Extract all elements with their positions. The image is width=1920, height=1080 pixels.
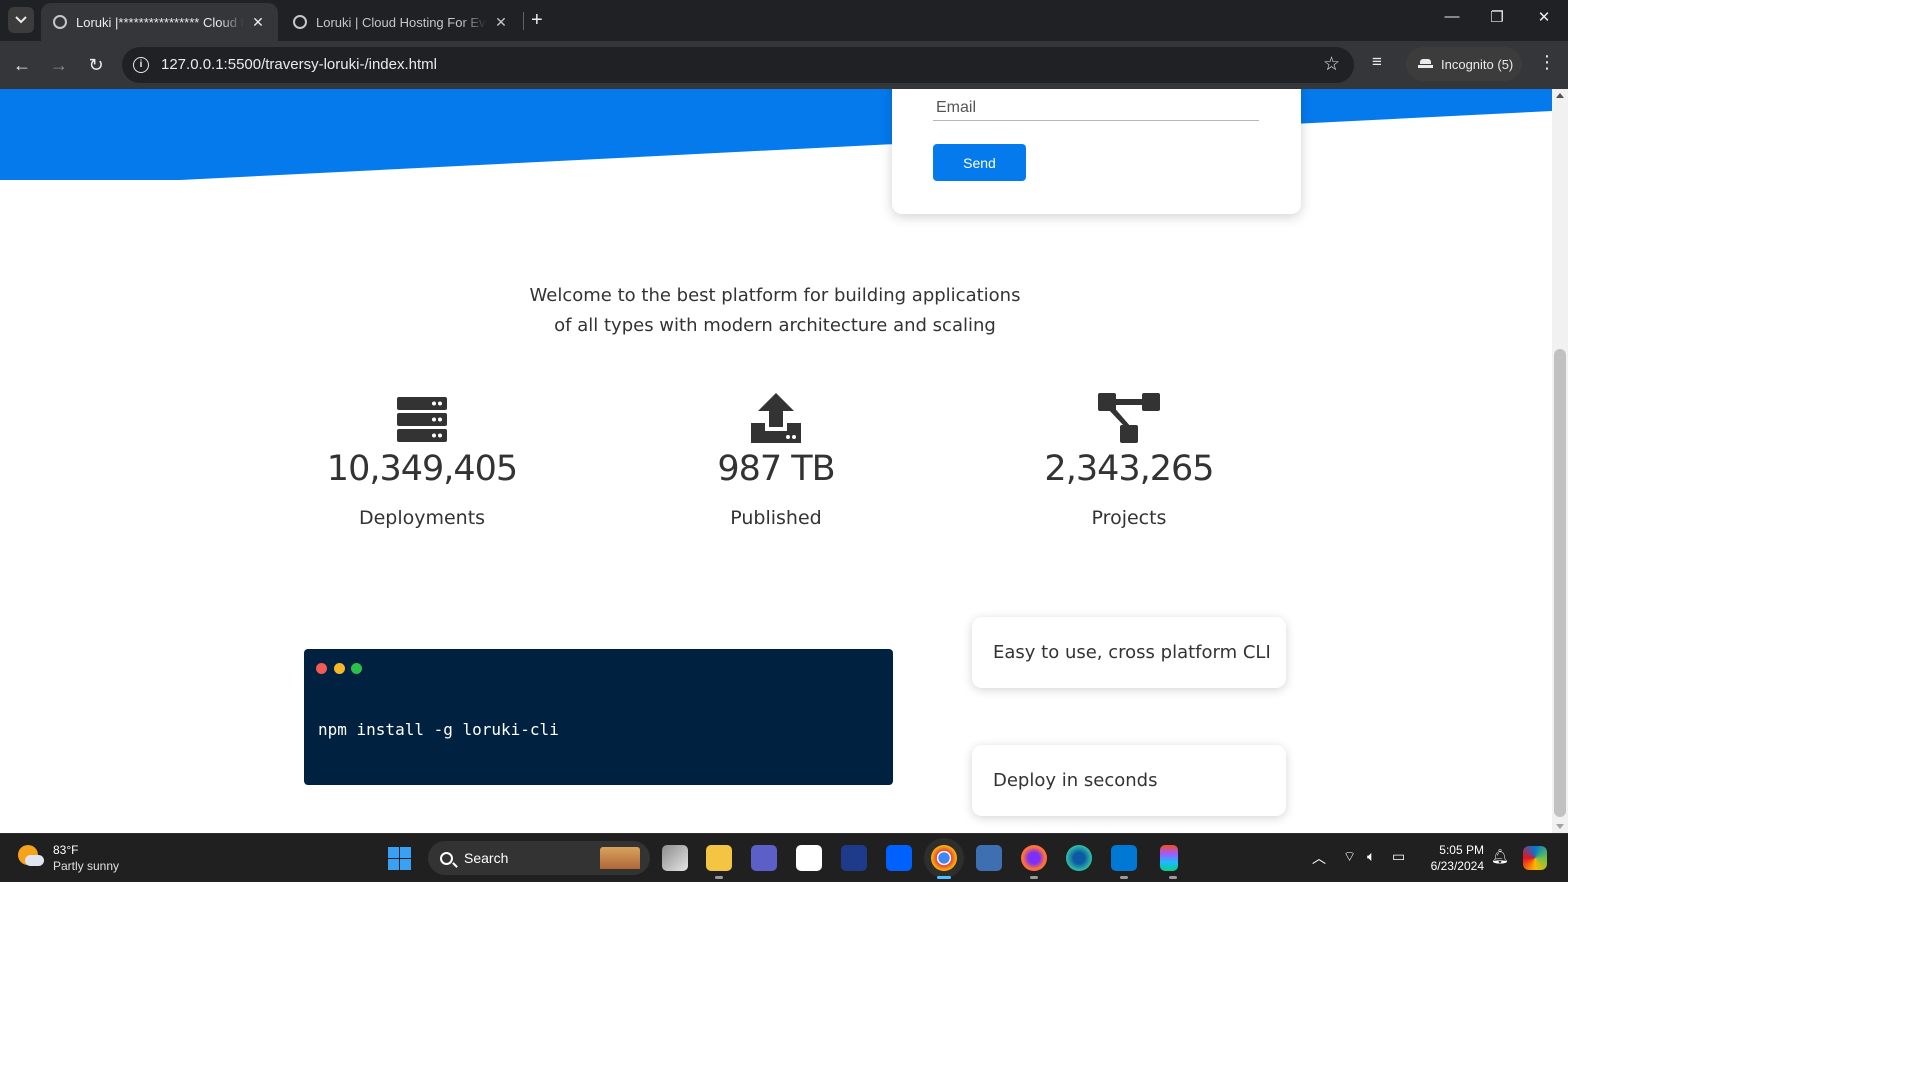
notification-bell-icon[interactable]: 🔔︎	[1491, 848, 1509, 865]
microsoft-store-icon[interactable]	[796, 845, 822, 871]
stat-label: Deployments	[358, 507, 486, 529]
clock-time: 5:05 PM	[1439, 843, 1484, 857]
security-app-icon[interactable]	[841, 845, 867, 871]
chrome-icon[interactable]	[931, 845, 957, 879]
globe-icon	[53, 15, 67, 29]
browser-menu-icon[interactable]: ⋮	[1538, 53, 1556, 71]
vscode-icon[interactable]	[1111, 845, 1137, 879]
media-controls-icon[interactable]: ≡	[1372, 52, 1382, 72]
search-label: Search	[464, 850, 509, 866]
signup-form-card: Send	[892, 89, 1301, 214]
battery-icon[interactable]: ▭	[1392, 848, 1405, 865]
stat-value: 987 TB	[717, 449, 835, 489]
upload-icon	[626, 387, 926, 443]
terminal-close-dot	[316, 663, 327, 674]
feature-text: Easy to use, cross platform CLI	[993, 642, 1271, 663]
taskbar-search[interactable]: Search	[428, 841, 650, 875]
windows-start-icon[interactable]	[388, 847, 411, 870]
incognito-label: Incognito (5)	[1441, 56, 1514, 72]
clock-date: 6/23/2024	[1430, 859, 1484, 873]
project-diagram-icon	[979, 387, 1279, 443]
teams-icon[interactable]	[751, 845, 777, 871]
volume-icon[interactable]: 🔈︎	[1367, 848, 1375, 865]
dropbox-icon[interactable]	[886, 845, 912, 871]
edge-icon[interactable]	[1066, 845, 1092, 871]
weather-condition: Partly sunny	[53, 859, 120, 873]
stat-deployments: 10,349,405 Deployments	[272, 387, 572, 529]
file-explorer-icon[interactable]	[706, 845, 732, 879]
close-tab-icon[interactable]: ✕	[250, 14, 266, 31]
hero-background-wave	[0, 89, 1552, 180]
partly-sunny-icon	[18, 845, 44, 871]
site-info-icon[interactable]: i	[133, 57, 149, 73]
wifi-icon[interactable]: ⌔	[1343, 848, 1356, 866]
stat-label: Published	[730, 507, 822, 529]
terminal-maximize-dot	[351, 663, 362, 674]
taskbar: 83°F Partly sunny Search ︿ ⌔ 🔈︎ ▭ 5:05 P…	[0, 833, 1568, 882]
welcome-text: Welcome to the best platform for buildin…	[529, 285, 1021, 336]
back-arrow-icon[interactable]: ←	[10, 53, 34, 77]
firefox-icon[interactable]	[1021, 845, 1047, 879]
search-highlight-image	[600, 847, 640, 869]
scroll-down-arrow-icon[interactable]	[1556, 824, 1564, 829]
tab-divider	[523, 12, 524, 30]
close-window-icon[interactable]: ✕	[1532, 8, 1556, 26]
tab-loruki-active[interactable]: Loruki |**************** Cloud Hosting F…	[41, 3, 278, 41]
tab-search-button[interactable]	[8, 7, 34, 33]
incognito-icon	[1418, 59, 1433, 69]
task-view-icon[interactable]	[662, 845, 688, 871]
tab-title: Loruki |**************** Cloud Hosting F…	[76, 14, 244, 30]
weather-temp: 83°F	[53, 843, 79, 857]
bookmark-star-icon[interactable]: ☆	[1323, 53, 1340, 76]
feature-text: Deploy in seconds	[993, 770, 1158, 791]
photos-icon[interactable]	[976, 845, 1002, 871]
email-field[interactable]	[933, 95, 1259, 121]
terminal-command: npm install -g loruki-cli	[318, 720, 559, 739]
stat-value: 2,343,265	[1044, 449, 1214, 489]
url-text[interactable]: 127.0.0.1:5500/traversy-loruki-/index.ht…	[161, 56, 437, 73]
browser-tab-strip: Loruki |**************** Cloud Hosting F…	[0, 0, 1568, 41]
figma-icon[interactable]	[1160, 845, 1178, 879]
incognito-indicator[interactable]: Incognito (5)	[1406, 47, 1522, 81]
scroll-up-arrow-icon[interactable]	[1556, 93, 1564, 98]
globe-icon	[293, 15, 307, 29]
server-icon	[272, 387, 572, 443]
terminal-minimize-dot	[334, 663, 345, 674]
copilot-icon[interactable]	[1523, 846, 1547, 870]
terminal-window: npm install -g loruki-cli	[304, 649, 893, 785]
minimize-icon[interactable]: —	[1440, 8, 1464, 25]
tab-loruki[interactable]: Loruki | Cloud Hosting For Everyone ✕	[281, 3, 521, 41]
feature-card-cli: Easy to use, cross platform CLI	[972, 617, 1286, 688]
forward-arrow-icon[interactable]: →	[47, 53, 71, 77]
show-hidden-icons-chevron[interactable]: ︿	[1312, 848, 1326, 868]
feature-card-deploy: Deploy in seconds	[972, 745, 1286, 816]
address-bar[interactable]: i 127.0.0.1:5500/traversy-loruki-/index.…	[122, 47, 1354, 83]
stat-label: Projects	[1091, 507, 1167, 529]
scrollbar-thumb[interactable]	[1554, 349, 1566, 817]
reload-icon[interactable]: ↻	[84, 53, 108, 77]
chevron-down-icon	[15, 16, 27, 24]
page-scrollbar[interactable]	[1552, 89, 1568, 833]
stat-value: 10,349,405	[326, 449, 518, 489]
page-viewport: Send Welcome to the best platform for bu…	[0, 89, 1552, 833]
stat-projects: 2,343,265 Projects	[979, 387, 1279, 529]
send-button[interactable]: Send	[933, 144, 1026, 181]
search-icon	[440, 851, 453, 865]
browser-toolbar: ← → ↻ i 127.0.0.1:5500/traversy-loruki-/…	[0, 41, 1568, 89]
system-clock[interactable]: 5:05 PM 6/23/2024	[1418, 842, 1484, 874]
restore-icon[interactable]: ❐	[1485, 8, 1509, 26]
stat-published: 987 TB Published	[626, 387, 926, 529]
tab-title: Loruki | Cloud Hosting For Everyone	[316, 14, 487, 30]
weather-widget[interactable]: 83°F Partly sunny	[18, 842, 119, 874]
close-tab-icon[interactable]: ✕	[493, 14, 509, 31]
new-tab-button[interactable]: +	[531, 9, 543, 31]
